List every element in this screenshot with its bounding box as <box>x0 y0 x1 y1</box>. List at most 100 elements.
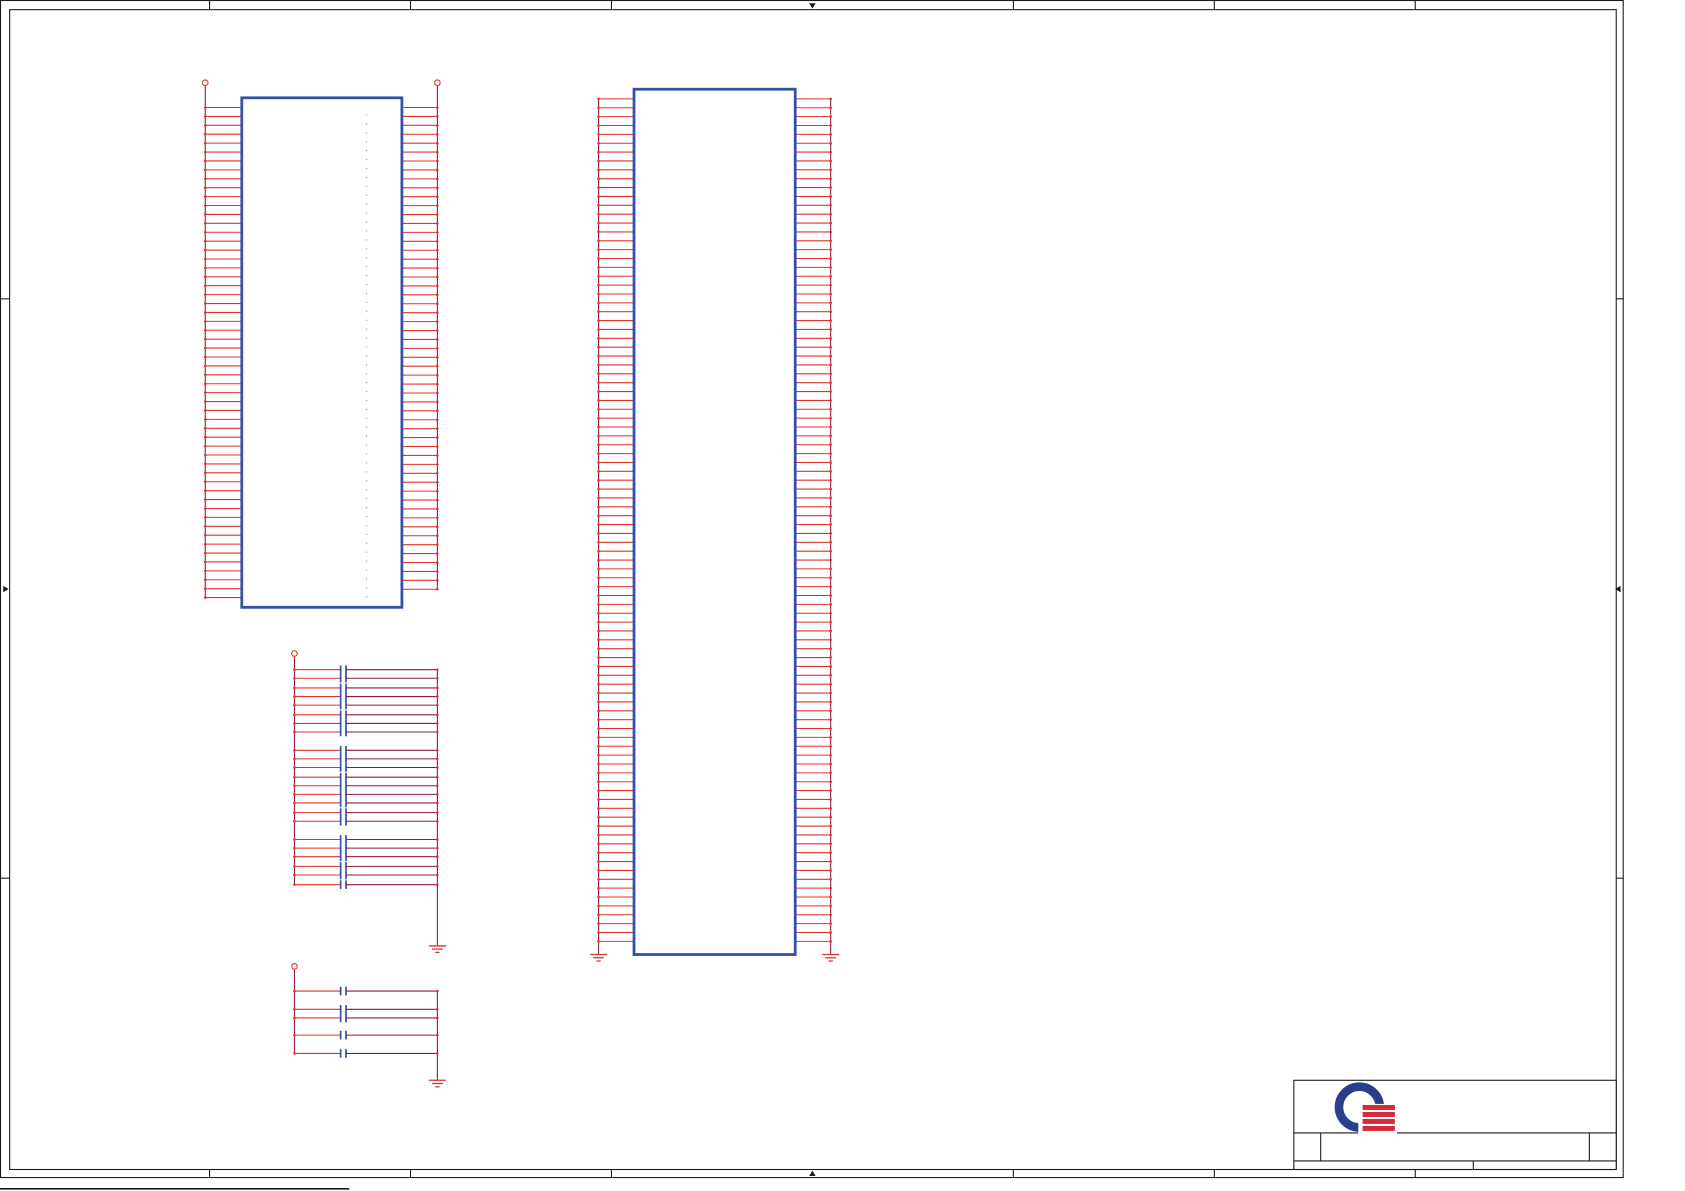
junction-dot <box>203 248 207 252</box>
junction-dot <box>436 507 439 511</box>
junction-dot <box>829 381 832 384</box>
pin-marker-dot <box>365 203 368 205</box>
junction-dot <box>203 480 207 484</box>
junction-dot <box>829 869 832 872</box>
junction-dot <box>436 436 439 439</box>
junction-dot <box>597 124 600 127</box>
pin-marker-dot <box>365 301 368 304</box>
junction-dot <box>436 329 439 332</box>
junction-dot <box>597 753 600 757</box>
junction-dot <box>597 576 600 580</box>
junction-dot <box>597 301 600 305</box>
junction-dot <box>597 886 600 890</box>
junction-dot <box>597 691 600 695</box>
junction-dot <box>436 266 439 270</box>
junction-dot <box>203 560 207 564</box>
junction-dot <box>597 407 600 411</box>
junction-dot <box>436 757 439 761</box>
junction-dot <box>829 319 832 322</box>
junction-dot <box>203 426 207 430</box>
junction-dot <box>436 695 439 698</box>
junction-dot <box>597 567 600 571</box>
capacitor-icon <box>293 843 439 853</box>
capacitor-icon <box>293 700 439 710</box>
junction-dot <box>203 141 207 145</box>
junction-dot <box>436 124 439 127</box>
junction-dot <box>597 611 600 615</box>
junction-dot <box>829 913 832 917</box>
junction-dot <box>203 124 207 127</box>
schematic-canvas <box>0 0 1624 1190</box>
junction-dot <box>829 345 832 349</box>
pin-marker-dot <box>365 239 368 241</box>
junction-dot <box>436 668 439 671</box>
junction-dot <box>597 159 600 163</box>
junction-dot <box>293 873 296 877</box>
junction-dot <box>436 257 439 261</box>
junction-dot <box>203 471 207 475</box>
logo-stripe <box>1362 1111 1395 1117</box>
pin-marker-dot <box>365 578 368 580</box>
pin-marker-dot <box>365 158 368 161</box>
junction-dot <box>597 328 600 331</box>
junction-dot <box>436 676 439 680</box>
junction-dot <box>436 1008 439 1011</box>
pin-marker-dot <box>365 230 368 232</box>
junction-dot <box>436 989 439 993</box>
junction-dot <box>203 346 207 350</box>
junction-dot <box>293 784 296 788</box>
junction-dot <box>436 855 439 858</box>
junction-dot <box>436 784 439 788</box>
junction-dot <box>829 682 832 686</box>
junction-dot <box>829 789 832 792</box>
pin-marker-dot <box>365 123 368 125</box>
junction-dot <box>436 793 439 796</box>
junction-dot <box>293 676 296 680</box>
junction-dot <box>203 311 207 314</box>
junction-dot <box>829 195 832 198</box>
junction-dot <box>436 883 439 886</box>
junction-dot <box>597 452 600 455</box>
junction-dot <box>597 860 600 863</box>
junction-dot <box>829 168 832 172</box>
junction-dot <box>829 753 832 757</box>
junction-dot <box>293 730 296 734</box>
capacitor-icon <box>293 683 439 693</box>
junction-dot <box>436 240 439 243</box>
junction-dot <box>436 364 439 368</box>
junction-dot <box>597 665 600 668</box>
power-port-icon <box>201 79 209 87</box>
pin-marker-dot <box>365 364 368 366</box>
junction-dot <box>829 780 832 784</box>
junction-dot <box>293 1033 296 1037</box>
junction-dot <box>436 454 439 457</box>
junction-dot <box>203 132 207 136</box>
junction-dot <box>436 222 439 225</box>
junction-dot <box>597 310 600 314</box>
junction-dot <box>436 293 439 297</box>
junction-dot <box>597 940 600 943</box>
junction-dot <box>436 275 439 279</box>
junction-dot <box>597 798 600 801</box>
capacitor-bank-upper <box>293 656 439 946</box>
center-arrow-left-icon <box>3 585 9 593</box>
capacitor-icon <box>293 772 439 782</box>
junction-dot <box>829 452 832 455</box>
junction-dot <box>829 496 832 500</box>
junction-dot <box>829 815 832 819</box>
junction-dot <box>293 766 296 769</box>
junction-dot <box>436 400 439 404</box>
junction-dot <box>597 97 600 101</box>
junction-dot <box>436 391 439 395</box>
junction-dot <box>829 629 832 633</box>
junction-dot <box>436 846 439 850</box>
capacitor-icon <box>293 719 439 728</box>
junction-dot <box>436 204 439 207</box>
junction-dot <box>597 851 600 854</box>
junction-dot <box>597 922 600 925</box>
ground-icon <box>589 953 608 962</box>
junction-dot <box>597 514 600 517</box>
capacitor-icon <box>293 1005 439 1014</box>
capacitor-icon <box>293 692 439 701</box>
junction-dot <box>203 275 207 279</box>
